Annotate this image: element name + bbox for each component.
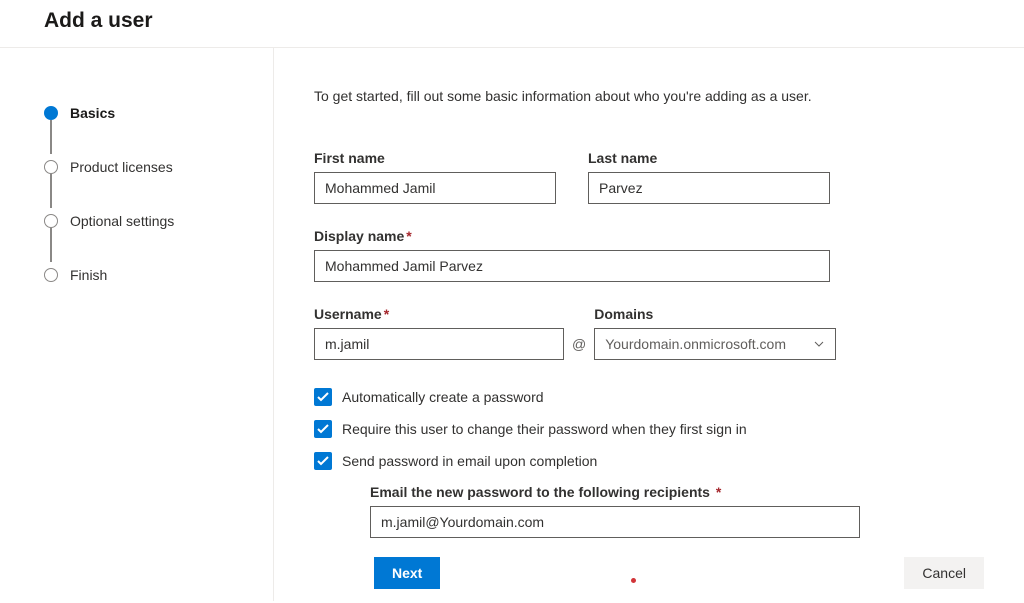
domains-label: Domains [594,306,836,322]
required-asterisk: * [384,306,389,322]
at-symbol: @ [564,328,594,360]
first-name-input[interactable] [314,172,556,204]
send-email-label: Send password in email upon completion [342,453,597,469]
domains-group: Domains Yourdomain.onmicrosoft.com [594,306,836,360]
step-indicator-icon [44,106,58,120]
display-name-row: Display name* [314,228,1024,282]
checkmark-icon [317,456,329,466]
domains-dropdown[interactable]: Yourdomain.onmicrosoft.com [594,328,836,360]
first-name-group: First name [314,150,556,204]
step-finish[interactable]: Finish [44,248,273,302]
send-email-checkbox[interactable] [314,452,332,470]
last-name-input[interactable] [588,172,830,204]
step-label: Basics [70,105,115,121]
step-indicator-icon [44,160,58,174]
step-product-licenses[interactable]: Product licenses [44,140,273,194]
step-indicator-icon [44,268,58,282]
display-name-label: Display name* [314,228,830,244]
require-change-checkbox[interactable] [314,420,332,438]
cursor-indicator-icon [631,578,636,583]
step-optional-settings[interactable]: Optional settings [44,194,273,248]
next-button[interactable]: Next [374,557,440,589]
step-label: Finish [70,267,107,283]
display-name-group: Display name* [314,228,830,282]
username-row: Username* @ Domains Yourdomain.onmicroso… [314,306,1024,360]
name-row: First name Last name [314,150,1024,204]
step-label: Optional settings [70,213,174,229]
content-area: Basics Product licenses Optional setting… [0,48,1024,601]
display-name-input[interactable] [314,250,830,282]
required-asterisk: * [712,484,721,500]
chevron-down-icon [813,338,825,350]
checkmark-icon [317,424,329,434]
auto-password-label: Automatically create a password [342,389,544,405]
required-asterisk: * [406,228,411,244]
cancel-button[interactable]: Cancel [904,557,984,589]
step-label: Product licenses [70,159,173,175]
username-label: Username* [314,306,564,322]
email-recipients-section: Email the new password to the following … [370,484,1024,538]
auto-password-row: Automatically create a password [314,388,1024,406]
intro-text: To get started, fill out some basic info… [314,88,1024,104]
form-main: To get started, fill out some basic info… [274,48,1024,545]
wizard-footer: Next Cancel [274,545,1024,601]
email-recipients-label: Email the new password to the following … [370,484,1024,500]
last-name-label: Last name [588,150,830,166]
page-title: Add a user [44,9,980,33]
email-recipients-input[interactable] [370,506,860,538]
send-email-row: Send password in email upon completion [314,452,1024,470]
panel-header: Add a user [0,0,1024,48]
require-change-label: Require this user to change their passwo… [342,421,747,437]
first-name-label: First name [314,150,556,166]
step-indicator-icon [44,214,58,228]
domains-selected-text: Yourdomain.onmicrosoft.com [605,336,813,352]
auto-password-checkbox[interactable] [314,388,332,406]
require-change-row: Require this user to change their passwo… [314,420,1024,438]
checkmark-icon [317,392,329,402]
username-group: Username* [314,306,564,360]
last-name-group: Last name [588,150,830,204]
step-basics[interactable]: Basics [44,86,273,140]
username-input[interactable] [314,328,564,360]
wizard-stepper: Basics Product licenses Optional setting… [0,48,274,601]
